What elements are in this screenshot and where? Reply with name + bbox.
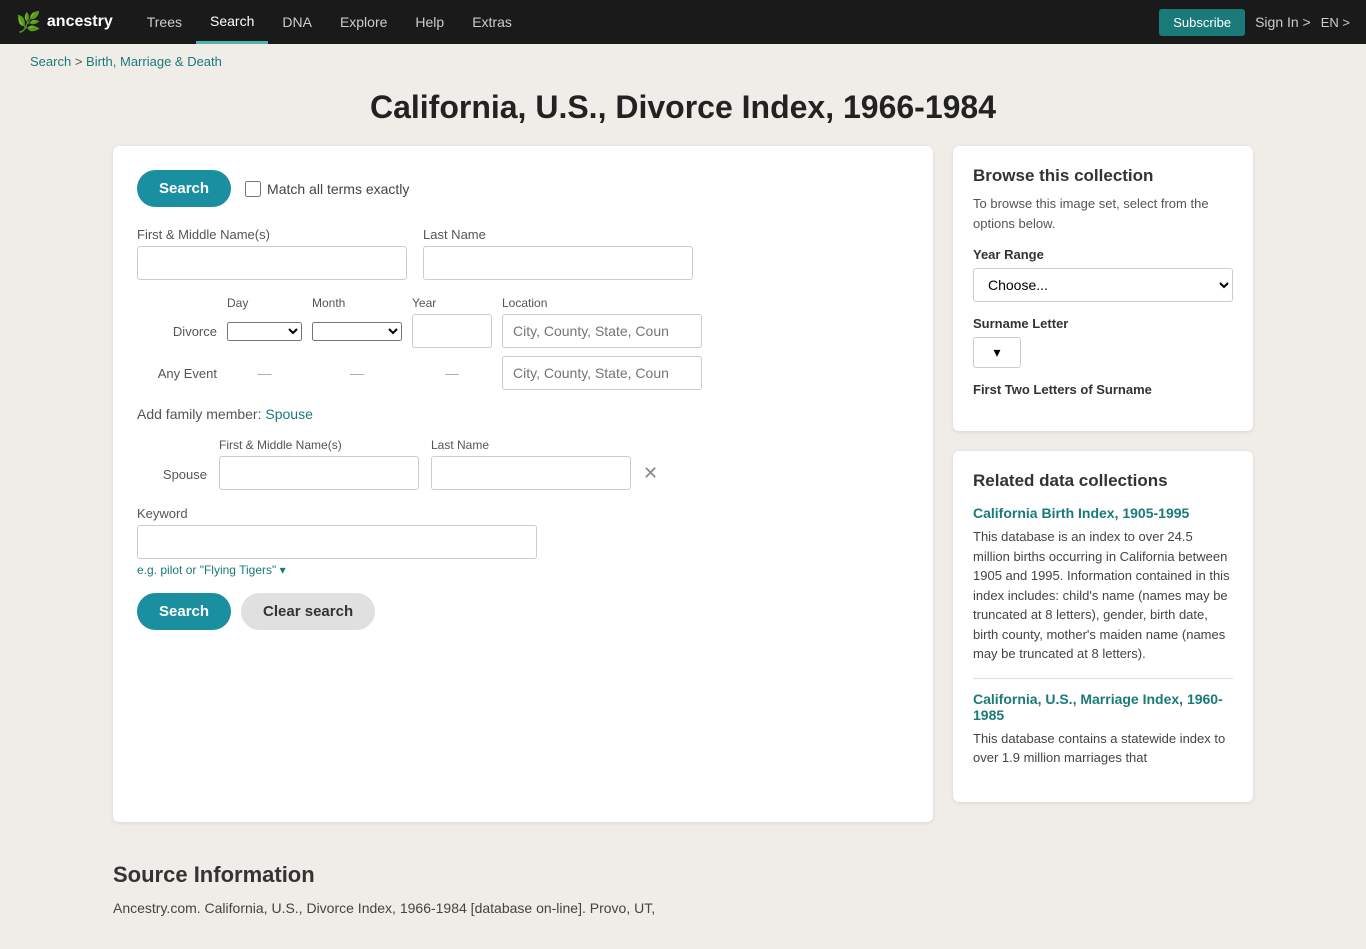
keyword-section: Keyword e.g. pilot or "Flying Tigers" ▾ — [137, 506, 909, 577]
surname-letter-group: Surname Letter ▾ — [973, 316, 1233, 368]
clear-search-button[interactable]: Clear search — [241, 593, 375, 630]
any-event-label: Any Event — [137, 366, 217, 381]
source-title: Source Information — [113, 862, 1253, 888]
spouse-first-input[interactable] — [219, 456, 419, 490]
related-link-1[interactable]: California, U.S., Marriage Index, 1960-1… — [973, 691, 1233, 723]
signin-button[interactable]: Sign In > — [1255, 14, 1311, 30]
breadcrumb-search[interactable]: Search — [30, 54, 71, 69]
spouse-last-group: Last Name — [431, 438, 631, 490]
nav-help[interactable]: Help — [401, 0, 458, 44]
language-selector[interactable]: EN > — [1321, 15, 1350, 30]
first-two-letters-label: First Two Letters of Surname — [973, 382, 1233, 397]
first-two-letters-group: First Two Letters of Surname — [973, 382, 1233, 397]
spouse-last-label: Last Name — [431, 438, 631, 452]
spouse-link[interactable]: Spouse — [265, 406, 312, 422]
logo-icon: 🌿 — [16, 10, 41, 35]
last-name-group: Last Name — [423, 227, 693, 280]
any-event-dash3: — — [412, 365, 492, 381]
browse-title: Browse this collection — [973, 166, 1233, 186]
nav-dna[interactable]: DNA — [268, 0, 326, 44]
chevron-down-icon: ▾ — [993, 344, 1000, 361]
related-link-0[interactable]: California Birth Index, 1905-1995 — [973, 505, 1233, 521]
source-text: Ancestry.com. California, U.S., Divorce … — [113, 898, 1253, 919]
year-range-group: Year Range Choose... — [973, 247, 1233, 302]
year-label: Year — [412, 296, 492, 310]
related-card: Related data collections California Birt… — [953, 451, 1253, 802]
related-separator — [973, 678, 1233, 679]
add-family-label: Add family member: — [137, 406, 261, 422]
last-name-label: Last Name — [423, 227, 693, 242]
any-event-location-input[interactable] — [502, 356, 702, 390]
browse-desc: To browse this image set, select from th… — [973, 194, 1233, 233]
nav-explore[interactable]: Explore — [326, 0, 401, 44]
breadcrumb-separator: > — [75, 54, 86, 69]
nav-search[interactable]: Search — [196, 0, 268, 44]
divorce-day-select[interactable] — [227, 322, 302, 341]
year-range-select[interactable]: Choose... — [973, 268, 1233, 302]
match-exact-checkbox[interactable] — [245, 181, 261, 197]
divorce-row: Divorce — [137, 314, 909, 348]
breadcrumb: Search > Birth, Marriage & Death — [0, 44, 1366, 79]
keyword-label: Keyword — [137, 506, 909, 521]
subscribe-button[interactable]: Subscribe — [1159, 9, 1245, 36]
any-event-dash2: — — [312, 365, 402, 381]
divorce-year-input[interactable] — [412, 314, 492, 348]
sidebar: Browse this collection To browse this im… — [953, 146, 1253, 822]
related-desc-0: This database is an index to over 24.5 m… — [973, 527, 1233, 664]
browse-card: Browse this collection To browse this im… — [953, 146, 1253, 431]
related-title: Related data collections — [973, 471, 1233, 491]
divorce-location-input[interactable] — [502, 314, 702, 348]
spouse-label: Spouse — [137, 467, 207, 490]
search-top-row: Search Match all terms exactly — [137, 170, 909, 207]
remove-spouse-button[interactable]: ✕ — [643, 463, 658, 490]
logo-text: ancestry — [47, 13, 113, 31]
nav-right: Subscribe Sign In > EN > — [1159, 9, 1350, 36]
any-event-dash1: — — [227, 365, 302, 381]
search-form-card: Search Match all terms exactly First & M… — [113, 146, 933, 822]
any-event-row: Any Event — — — — [137, 356, 909, 390]
first-name-group: First & Middle Name(s) — [137, 227, 407, 280]
name-row: First & Middle Name(s) Last Name — [137, 227, 909, 280]
year-range-label: Year Range — [973, 247, 1233, 262]
search-button[interactable]: Search — [137, 170, 231, 207]
month-label: Month — [312, 296, 402, 310]
divorce-month-select[interactable] — [312, 322, 402, 341]
add-family-section: Add family member: Spouse — [137, 406, 909, 422]
navigation: 🌿 ancestry Trees Search DNA Explore Help… — [0, 0, 1366, 44]
main-layout: Search Match all terms exactly First & M… — [83, 146, 1283, 862]
keyword-input[interactable] — [137, 525, 537, 559]
page-title: California, U.S., Divorce Index, 1966-19… — [0, 89, 1366, 126]
logo[interactable]: 🌿 ancestry — [16, 10, 113, 35]
event-section: Day Month Year Location Divorce Any Even — [137, 296, 909, 390]
divorce-label: Divorce — [137, 324, 217, 339]
bottom-buttons: Search Clear search — [137, 593, 909, 630]
spouse-row: Spouse First & Middle Name(s) Last Name … — [137, 438, 909, 490]
breadcrumb-section[interactable]: Birth, Marriage & Death — [86, 54, 222, 69]
related-desc-1: This database contains a statewide index… — [973, 729, 1233, 768]
sub-labels-row: Day Month Year Location — [137, 296, 909, 310]
first-name-input[interactable] — [137, 246, 407, 280]
keyword-hint[interactable]: e.g. pilot or "Flying Tigers" ▾ — [137, 563, 909, 577]
location-label: Location — [502, 296, 547, 310]
match-exact-label[interactable]: Match all terms exactly — [245, 181, 409, 197]
surname-letter-dropdown[interactable]: ▾ — [973, 337, 1021, 368]
nav-links: Trees Search DNA Explore Help Extras — [133, 0, 1160, 44]
nav-trees[interactable]: Trees — [133, 0, 196, 44]
last-name-input[interactable] — [423, 246, 693, 280]
spouse-last-input[interactable] — [431, 456, 631, 490]
source-section: Source Information Ancestry.com. Califor… — [83, 862, 1283, 919]
match-exact-text: Match all terms exactly — [267, 181, 409, 197]
search-bottom-button[interactable]: Search — [137, 593, 231, 630]
first-name-label: First & Middle Name(s) — [137, 227, 407, 242]
day-label: Day — [227, 296, 302, 310]
surname-letter-label: Surname Letter — [973, 316, 1233, 331]
nav-extras[interactable]: Extras — [458, 0, 526, 44]
spouse-first-group: First & Middle Name(s) — [219, 438, 419, 490]
spouse-first-label: First & Middle Name(s) — [219, 438, 419, 452]
